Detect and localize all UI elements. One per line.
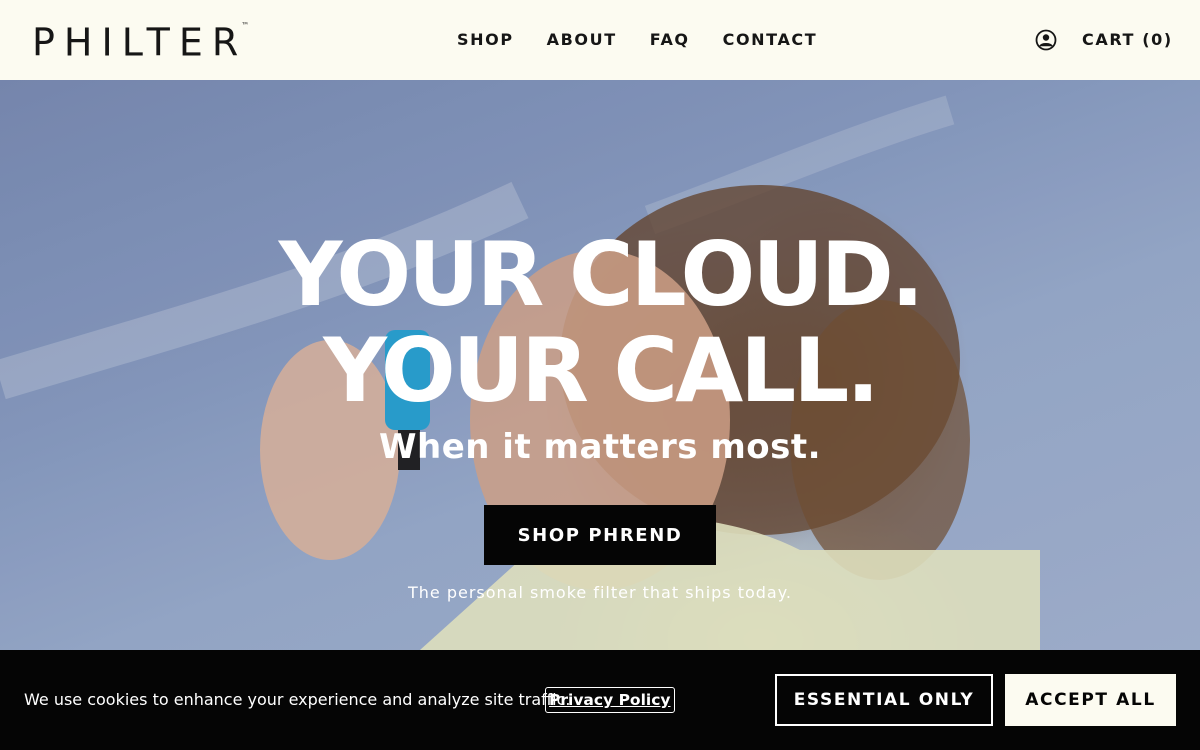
- headline-line-2: YOUR CALL.: [323, 319, 880, 422]
- nav-faq[interactable]: FAQ: [650, 30, 690, 50]
- logo-trademark: ™: [241, 21, 250, 30]
- accept-all-button[interactable]: ACCEPT ALL: [1005, 674, 1176, 726]
- nav-shop[interactable]: SHOP: [457, 30, 514, 50]
- nav-contact[interactable]: CONTACT: [723, 30, 818, 50]
- shop-phrend-button[interactable]: SHOP PHREND: [484, 505, 716, 565]
- privacy-policy-link[interactable]: Privacy Policy: [545, 687, 675, 713]
- site-header: PHILTER™ SHOP ABOUT FAQ CONTACT CART (0): [0, 0, 1200, 80]
- logo[interactable]: PHILTER™: [32, 20, 249, 63]
- essential-only-button[interactable]: ESSENTIAL ONLY: [775, 674, 993, 726]
- cookie-message: We use cookies to enhance your experienc…: [24, 690, 571, 709]
- cookie-banner: We use cookies to enhance your experienc…: [0, 650, 1200, 750]
- cart-link[interactable]: CART (0): [1082, 30, 1173, 50]
- hero-headline: YOUR CLOUD. YOUR CALL.: [0, 227, 1200, 419]
- hero-subhead: When it matters most.: [378, 427, 822, 467]
- nav-about[interactable]: ABOUT: [547, 30, 617, 50]
- main-nav: SHOP ABOUT FAQ CONTACT: [457, 30, 850, 50]
- logo-text: PHILTER: [32, 20, 248, 65]
- headline-line-1: YOUR CLOUD.: [278, 223, 925, 326]
- hero-tagline: The personal smoke filter that ships tod…: [407, 583, 793, 602]
- hero-section: YOUR CLOUD. YOUR CALL. When it matters m…: [0, 80, 1200, 650]
- user-circle-icon[interactable]: [1035, 29, 1057, 51]
